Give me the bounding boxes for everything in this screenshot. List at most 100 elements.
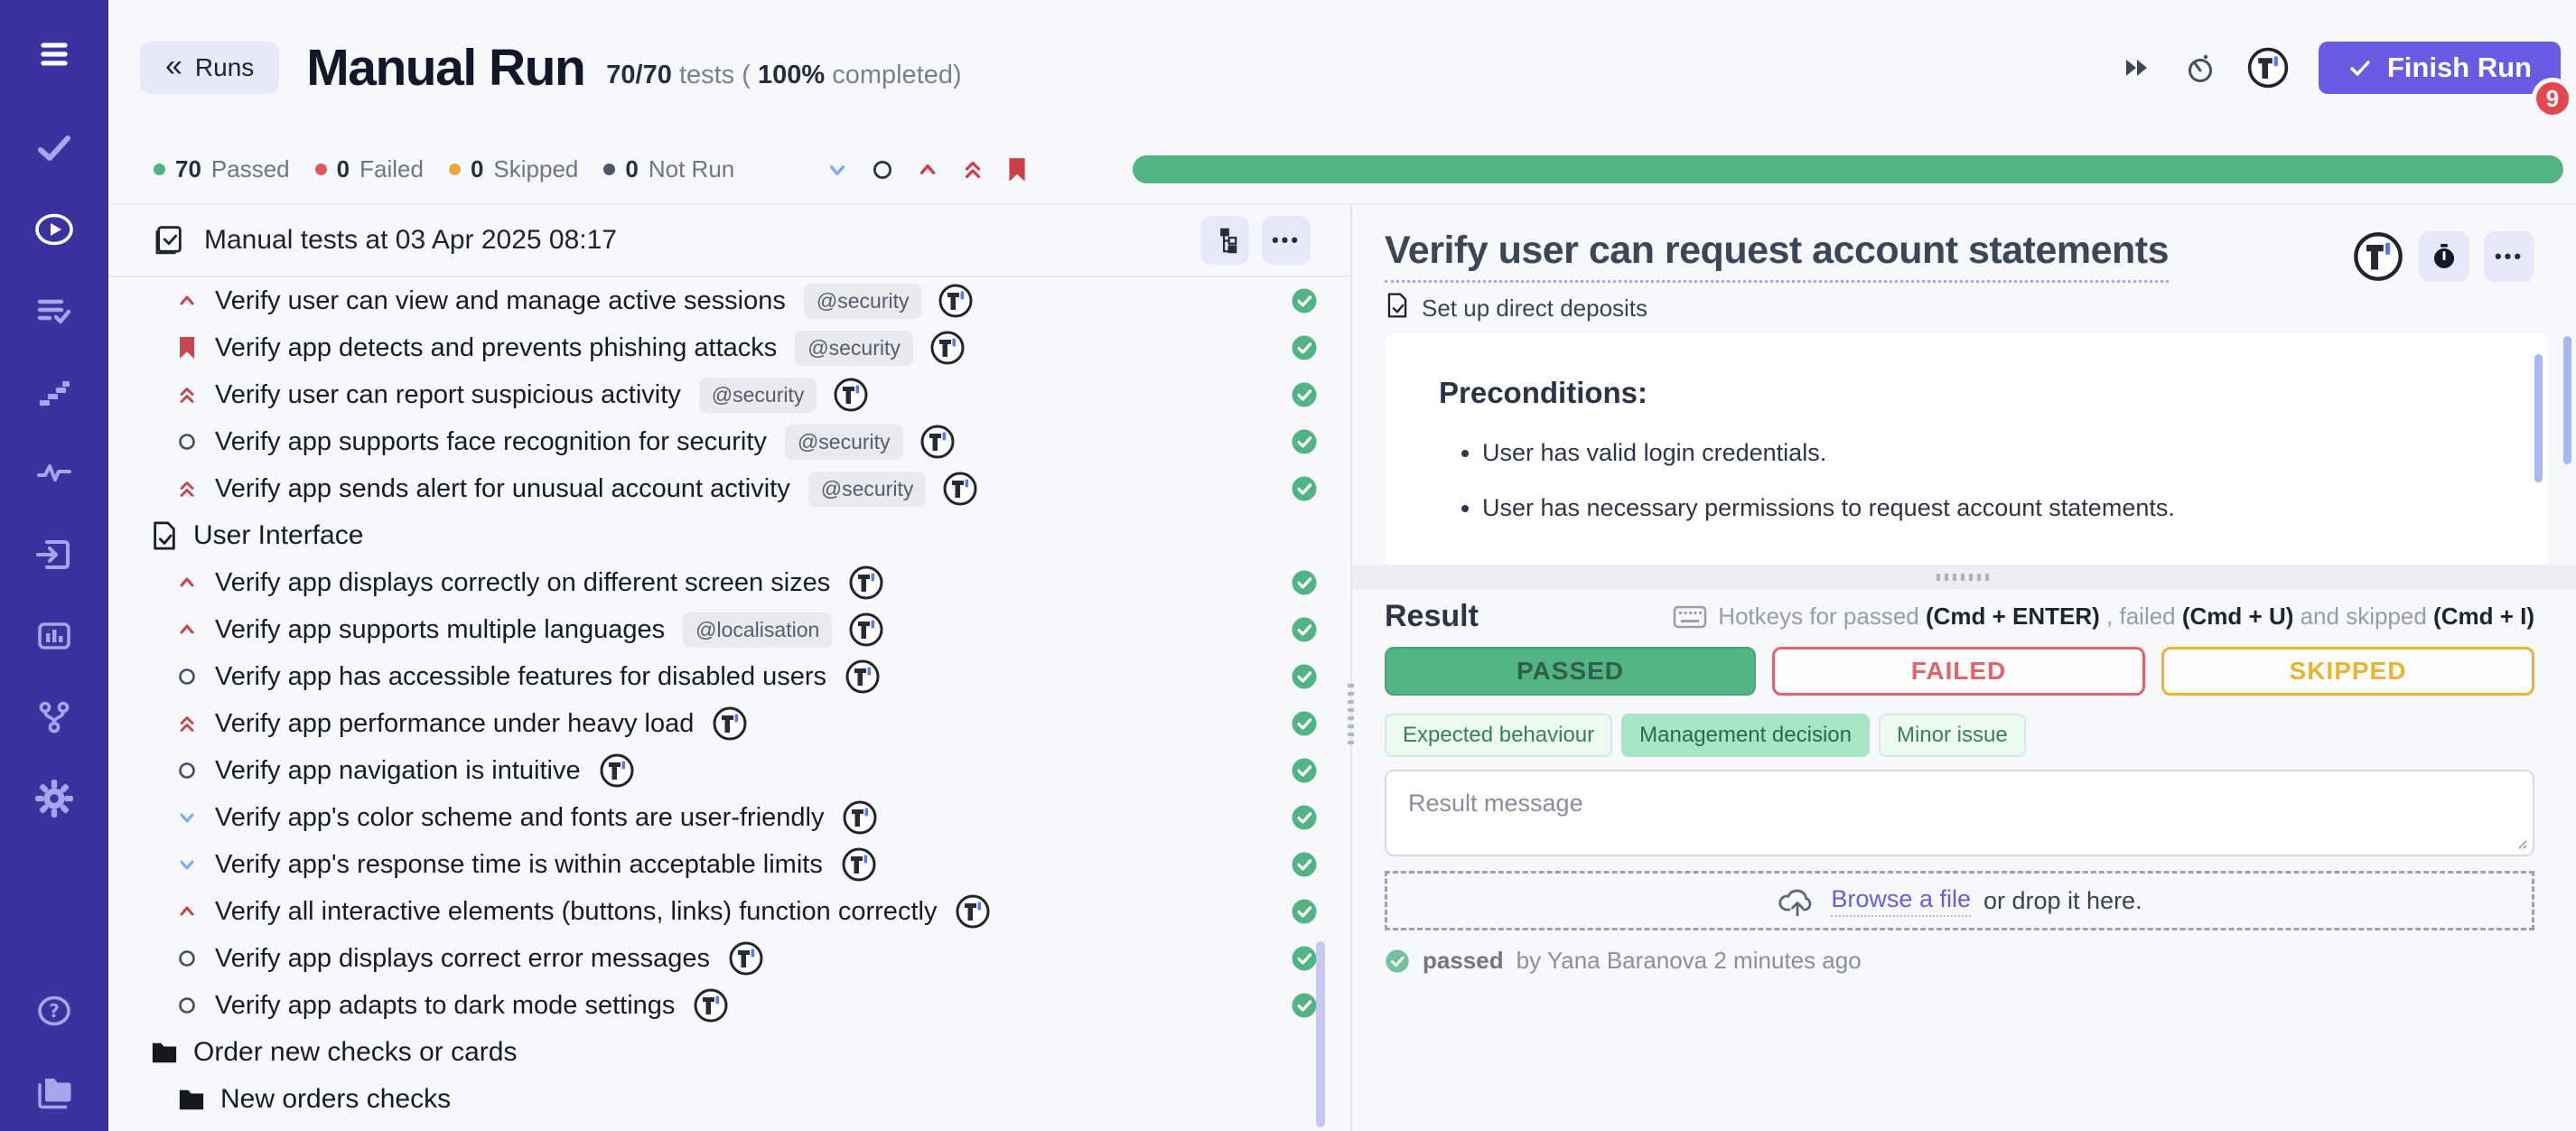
page-title: Manual Run bbox=[306, 38, 584, 98]
row-title: Verify app detects and prevents phishing… bbox=[215, 333, 777, 363]
list-more-button[interactable]: ••• bbox=[1262, 216, 1311, 265]
testomat-logo-icon[interactable] bbox=[919, 424, 956, 460]
card-scrollbar-thumb[interactable] bbox=[2534, 354, 2543, 482]
testomat-logo-icon[interactable] bbox=[693, 987, 729, 1024]
precondition-item: User has necessary permissions to reques… bbox=[1482, 494, 2495, 522]
projects-folder-icon[interactable] bbox=[29, 1067, 79, 1117]
tag-pill: @security bbox=[808, 472, 927, 507]
testomat-logo-icon[interactable] bbox=[712, 706, 748, 742]
testomat-logo-icon[interactable] bbox=[955, 893, 991, 930]
tag-pill: @security bbox=[804, 284, 922, 319]
resize-grip-icon[interactable] bbox=[1937, 574, 1993, 581]
main-area: « Runs Manual Run 70/70 tests ( 100% com… bbox=[108, 0, 2576, 1131]
suite-row[interactable]: User Interface bbox=[108, 512, 1350, 559]
file-dropzone[interactable]: Browse a file or drop it here. bbox=[1385, 871, 2534, 930]
test-row[interactable]: Verify app adapts to dark mode settings bbox=[108, 982, 1350, 1029]
settings-gear-icon[interactable] bbox=[29, 773, 79, 824]
help-icon[interactable]: ? bbox=[29, 986, 79, 1036]
priority-high-icon bbox=[173, 900, 201, 923]
test-row[interactable]: Verify app displays correct error messag… bbox=[108, 935, 1350, 982]
tag-management-decision[interactable]: Management decision bbox=[1621, 714, 1870, 757]
priority-normal-icon bbox=[173, 430, 201, 453]
testomat-logo-icon[interactable] bbox=[2352, 230, 2404, 283]
test-row[interactable]: Verify app's response time is within acc… bbox=[108, 841, 1350, 888]
menu-icon[interactable] bbox=[29, 29, 79, 79]
test-row[interactable]: Verify user can report suspicious activi… bbox=[108, 371, 1350, 418]
testomat-logo-icon[interactable] bbox=[942, 471, 978, 507]
test-row[interactable]: Verify app sends alert for unusual accou… bbox=[108, 465, 1350, 512]
priority-low-icon bbox=[173, 806, 201, 829]
tag-pill: @security bbox=[785, 425, 903, 460]
stat-failed: 0Failed bbox=[315, 155, 424, 183]
testomat-logo-icon[interactable] bbox=[833, 377, 869, 413]
failed-button[interactable]: FAILED bbox=[1772, 647, 2145, 696]
test-row[interactable]: Verify app has accessible features for d… bbox=[108, 653, 1350, 700]
test-row[interactable]: Verify app navigation is intuitive bbox=[108, 747, 1350, 794]
passed-button[interactable]: PASSED bbox=[1385, 647, 1756, 696]
test-row[interactable]: Verify user can view and manage active s… bbox=[108, 277, 1350, 324]
detail-more-button[interactable]: ••• bbox=[2484, 231, 2534, 282]
test-row[interactable]: Verify all interactive elements (buttons… bbox=[108, 888, 1350, 935]
priority-normal-filter-icon[interactable] bbox=[870, 157, 895, 182]
folder-row[interactable] bbox=[108, 1123, 1350, 1131]
reports-chart-icon[interactable] bbox=[29, 611, 79, 661]
priority-normal-icon bbox=[173, 994, 201, 1017]
priority-low-filter-icon[interactable] bbox=[825, 157, 850, 182]
priority-high-filter-icon[interactable] bbox=[915, 157, 940, 182]
back-label: Runs bbox=[195, 53, 254, 82]
detail-scrollbar-thumb[interactable] bbox=[2563, 336, 2571, 464]
import-icon[interactable] bbox=[29, 529, 79, 580]
pulse-icon[interactable] bbox=[29, 448, 79, 499]
test-row[interactable]: Verify app supports multiple languages@l… bbox=[108, 606, 1350, 653]
completed-pct: 100% bbox=[758, 61, 825, 89]
result-message-wrap bbox=[1385, 770, 2534, 856]
steps-icon[interactable] bbox=[29, 367, 79, 417]
test-plans-icon[interactable] bbox=[29, 285, 79, 336]
tag-expected-behaviour[interactable]: Expected behaviour bbox=[1385, 714, 1612, 757]
folder-row[interactable]: Order new checks or cards bbox=[108, 1029, 1350, 1076]
textarea-resize-icon[interactable] bbox=[2515, 837, 2527, 849]
status-passed-icon bbox=[1291, 992, 1318, 1019]
priority-highest-filter-icon[interactable] bbox=[960, 157, 985, 182]
test-row[interactable]: Verify app performance under heavy load bbox=[108, 700, 1350, 747]
skipped-button[interactable]: SKIPPED bbox=[2161, 647, 2534, 696]
parent-suite[interactable]: Set up direct deposits bbox=[1385, 292, 2534, 325]
testomat-logo-icon[interactable] bbox=[848, 612, 884, 648]
status-passed-icon bbox=[1291, 475, 1318, 502]
status-passed-icon bbox=[1291, 898, 1318, 925]
tag-minor-issue[interactable]: Minor issue bbox=[1879, 714, 2026, 757]
test-row[interactable]: Verify app supports face recognition for… bbox=[108, 418, 1350, 465]
finish-run-button[interactable]: Finish Run 9 bbox=[2319, 42, 2561, 94]
testomat-logo-icon[interactable] bbox=[841, 846, 877, 883]
testomat-logo-icon[interactable] bbox=[728, 940, 764, 977]
tree-view-button[interactable] bbox=[1200, 216, 1249, 265]
status-passed-icon bbox=[1291, 851, 1318, 878]
testomat-logo-icon[interactable] bbox=[845, 659, 881, 695]
topbar: « Runs Manual Run 70/70 tests ( 100% com… bbox=[108, 0, 2576, 136]
stopwatch-icon[interactable] bbox=[2183, 51, 2217, 85]
tests-check-icon[interactable] bbox=[29, 123, 79, 173]
test-row[interactable]: Verify app's color scheme and fonts are … bbox=[108, 794, 1350, 841]
testomat-logo-icon[interactable] bbox=[848, 565, 884, 601]
runs-back-button[interactable]: « Runs bbox=[140, 42, 279, 94]
bookmark-filter-icon[interactable] bbox=[1005, 156, 1029, 183]
browse-file-link[interactable]: Browse a file bbox=[1831, 885, 1971, 917]
branches-icon[interactable] bbox=[29, 692, 79, 743]
status-passed-icon bbox=[1291, 381, 1318, 408]
run-play-icon[interactable] bbox=[29, 204, 79, 255]
priority-high-icon bbox=[173, 618, 201, 641]
test-row[interactable]: Verify app displays correctly on differe… bbox=[108, 559, 1350, 606]
test-row[interactable]: Verify app detects and prevents phishing… bbox=[108, 324, 1350, 371]
list-scrollbar-thumb[interactable] bbox=[1316, 941, 1325, 1127]
result-header: Result Hotkeys for passed (Cmd + ENTER) … bbox=[1385, 599, 2534, 634]
testomat-logo-icon[interactable] bbox=[929, 330, 966, 366]
testomat-logo-icon[interactable] bbox=[599, 752, 635, 789]
folder-row[interactable]: New orders checks bbox=[108, 1076, 1350, 1123]
test-title[interactable]: Verify user can request account statemen… bbox=[1385, 229, 2169, 283]
fast-forward-icon[interactable] bbox=[2122, 51, 2154, 84]
timer-button[interactable] bbox=[2419, 231, 2469, 282]
testomat-logo-icon[interactable] bbox=[938, 283, 974, 319]
testomat-logo-icon[interactable] bbox=[2246, 46, 2290, 89]
testomat-logo-icon[interactable] bbox=[842, 799, 878, 836]
result-message-input[interactable] bbox=[1385, 770, 2534, 856]
